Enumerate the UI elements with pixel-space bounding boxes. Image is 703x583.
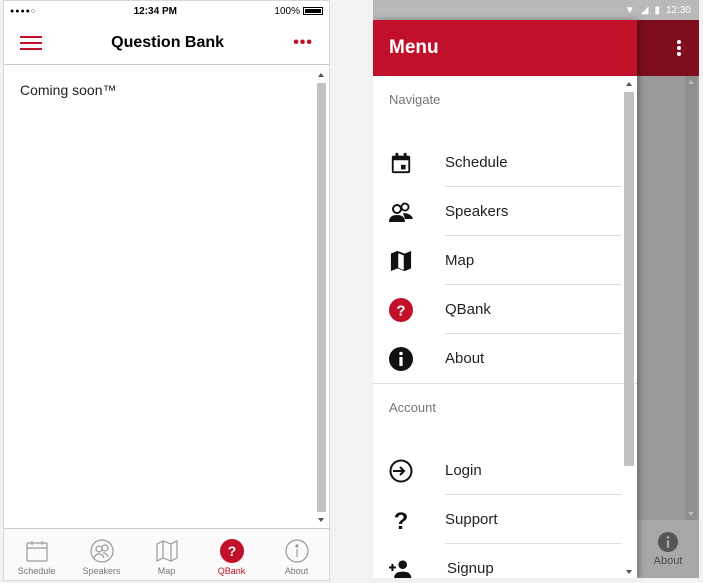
drawer-item-signup[interactable]: Signup [373,544,637,578]
cell-signal-icon: ◢ [640,4,649,16]
scroll-up-arrow[interactable] [626,82,632,86]
ios-status-bar: ●●●●○ 12:34 PM 100% [4,1,329,21]
screen: ●●●●○ 12:34 PM 100% Question Bank ••• Co… [0,0,703,583]
scroll-up-arrow[interactable] [318,73,324,77]
placeholder-text: Coming soon™ [20,82,117,98]
android-status-bar: ▼ ◢ ▮ 12:30 [373,0,699,20]
ios-screen: ●●●●○ 12:34 PM 100% Question Bank ••• Co… [3,0,330,581]
tab-qbank[interactable]: ? QBank [199,529,264,580]
speakers-icon [89,539,114,563]
hamburger-menu-icon[interactable] [20,35,42,50]
tab-about[interactable]: About [264,529,329,580]
info-circle-icon [284,539,309,563]
nav-bar: Question Bank ••• [4,21,329,65]
drawer-item-schedule[interactable]: Schedule [373,138,637,187]
tab-label: QBank [217,566,246,576]
scroll-down-arrow[interactable] [318,518,324,522]
navigation-drawer: Menu Navigate Schedule Speakers Map ? QB… [373,20,637,578]
drawer-item-label: Speakers [445,203,509,220]
drawer-item-qbank[interactable]: ? QBank [373,285,637,334]
login-icon [389,459,413,483]
question-circle-icon: ? [389,298,413,322]
speakers-icon [389,200,413,224]
signal-icon: ●●●●○ [10,7,37,15]
drawer-item-label: QBank [445,301,491,318]
status-time: 12:34 PM [133,5,177,17]
drawer-item-label: Schedule [445,154,508,171]
question-mark-icon: ? [389,508,413,532]
info-circle-icon [658,531,678,552]
map-icon [155,539,179,563]
question-circle-icon: ? [219,539,244,563]
content-area: Coming soon™ [4,66,329,528]
scrollbar[interactable] [315,69,328,526]
tab-schedule[interactable]: Schedule [4,529,69,580]
more-options-icon[interactable]: ••• [293,34,313,52]
drawer-item-login[interactable]: Login [373,446,637,495]
section-header-account: Account [389,400,436,415]
drawer-scrollbar[interactable] [623,78,635,578]
drawer-item-speakers[interactable]: Speakers [373,187,637,236]
map-icon [389,249,413,273]
section-header-navigate: Navigate [389,92,441,107]
android-screen: ▼ ◢ ▮ 12:30 About Menu Navigate Schedule… [373,0,699,578]
tab-speakers[interactable]: Speakers [69,529,134,580]
scroll-down-arrow[interactable] [626,570,632,574]
drawer-item-label: Map [445,252,475,269]
drawer-title: Menu [373,20,637,76]
drawer-item-map[interactable]: Map [373,236,637,285]
wifi-icon: ▼ [624,4,635,16]
drawer-item-label: Signup [447,560,494,577]
drawer-item-label: Support [445,511,498,528]
svg-text:?: ? [227,543,236,559]
tab-label: About [653,554,683,567]
svg-text:?: ? [396,303,405,320]
drawer-item-label: Login [445,462,482,479]
info-circle-icon [389,347,413,371]
page-title: Question Bank [111,33,225,51]
drawer-item-support[interactable]: ? Support [373,495,637,544]
battery-percent: 100% [274,5,300,17]
calendar-icon [389,151,413,175]
background-scrollbar [685,76,697,520]
drawer-item-about[interactable]: About [373,334,637,383]
status-time: 12:30 [665,4,691,16]
battery-icon: ▮ [654,4,660,16]
scrollbar-thumb[interactable] [317,83,326,512]
tab-label: About [284,566,309,576]
add-user-icon [389,557,413,578]
battery-icon [302,7,323,15]
tab-label: Speakers [82,566,121,576]
background-tab-about: About [637,520,699,578]
overflow-menu-icon[interactable] [677,40,681,56]
tab-label: Schedule [17,566,56,576]
calendar-icon [25,539,49,563]
tab-label: Map [157,566,176,576]
tab-map[interactable]: Map [134,529,199,580]
svg-text:?: ? [394,508,409,532]
drawer-item-label: About [445,350,485,367]
tab-bar: Schedule Speakers Map ? QBank About [4,528,329,580]
scrollbar-thumb[interactable] [624,92,634,466]
drawer-list: Navigate Schedule Speakers Map ? QBank A… [373,76,637,578]
